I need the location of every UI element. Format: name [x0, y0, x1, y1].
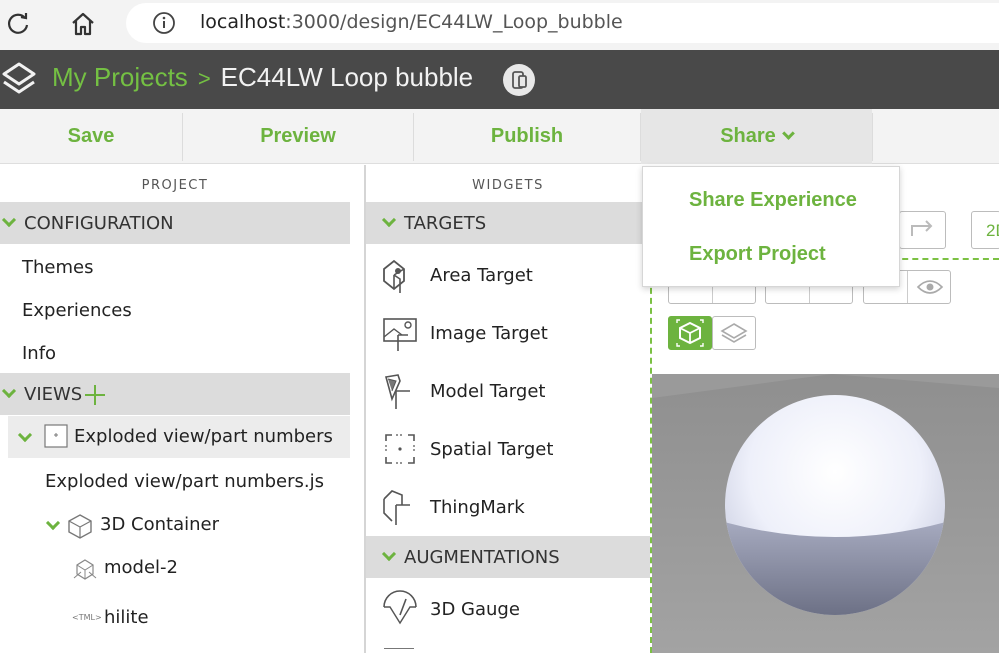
view-icon — [44, 424, 68, 448]
layers-icon — [720, 323, 748, 343]
redo-button[interactable] — [899, 211, 946, 249]
gauge-icon — [383, 590, 417, 625]
project-panel: PROJECT CONFIGURATION Themes Experiences… — [0, 172, 350, 653]
chevron-down-icon[interactable] — [17, 427, 33, 443]
3d-mode-button[interactable] — [668, 316, 712, 350]
url-path: :3000/design/EC44LW_Loop_bubble — [285, 11, 623, 33]
chevron-down-icon[interactable] — [381, 212, 397, 228]
info-icon[interactable] — [152, 11, 176, 35]
chevron-down-icon[interactable] — [1, 383, 17, 399]
spatial-target-icon — [385, 434, 415, 464]
tree-item-3d-container[interactable]: 3D Container — [0, 505, 350, 545]
browser-bar: localhost:3000/design/EC44LW_Loop_bubble — [0, 0, 999, 50]
view-js-file[interactable]: Exploded view/part numbers.js — [45, 471, 324, 492]
tree-item-model[interactable]: model-2 — [0, 548, 350, 588]
app-header: My Projects > EC44LW Loop bubble — [0, 50, 999, 109]
model-target-icon — [384, 374, 410, 409]
configuration-label: CONFIGURATION — [24, 212, 174, 234]
widget-label: Image Target — [430, 322, 548, 344]
toolbar-divider — [872, 113, 873, 161]
widgets-panel: WIDGETS TARGETS Area Target Image Target… — [366, 172, 650, 653]
widget-label: Spatial Target — [430, 438, 554, 460]
widget-label: 3D Gauge — [430, 598, 520, 620]
2d-toggle-label: 2D — [986, 221, 999, 240]
eye-icon[interactable] — [916, 277, 944, 297]
publish-button[interactable]: Publish — [414, 109, 640, 164]
breadcrumb-separator: > — [197, 66, 211, 91]
chevron-down-icon[interactable] — [45, 515, 61, 531]
chevron-down-icon[interactable] — [1, 212, 17, 228]
sphere-model[interactable] — [724, 394, 946, 616]
project-panel-title: PROJECT — [141, 178, 209, 193]
configuration-section-header[interactable]: CONFIGURATION — [0, 202, 350, 244]
url-host: localhost — [200, 11, 286, 33]
thingmark-icon — [383, 490, 410, 525]
save-button[interactable]: Save — [0, 109, 182, 164]
view-item-exploded[interactable]: Exploded view/part numbers — [8, 416, 350, 458]
widget-image-target[interactable]: Image Target — [366, 304, 650, 362]
widget-model-target[interactable]: Model Target — [366, 362, 650, 420]
widgets-panel-title: WIDGETS — [472, 178, 544, 193]
toolbar: Save Preview Publish Share — [0, 109, 999, 164]
add-view-plus-icon[interactable] — [85, 385, 105, 405]
targets-section-header[interactable]: TARGETS — [366, 202, 650, 244]
view-name: Exploded view/part numbers — [74, 426, 333, 447]
config-item-themes[interactable]: Themes — [22, 257, 93, 278]
config-item-info[interactable]: Info — [22, 343, 56, 364]
breadcrumb: My Projects > EC44LW Loop bubble — [52, 62, 473, 93]
next-widget-icon-partial — [384, 648, 414, 653]
redo-icon — [911, 220, 933, 236]
widget-label: Area Target — [430, 264, 533, 286]
targets-label: TARGETS — [404, 212, 487, 234]
widget-label: Model Target — [430, 380, 546, 402]
augmentations-label: AUGMENTATIONS — [404, 546, 560, 568]
hilite-label: hilite — [104, 607, 149, 628]
home-icon[interactable] — [68, 9, 98, 39]
cube-icon — [68, 514, 92, 539]
url-text[interactable]: localhost:3000/design/EC44LW_Loop_bubble — [200, 11, 623, 33]
share-dropdown-menu: Share Experience Export Project — [642, 166, 900, 287]
config-item-experiences[interactable]: Experiences — [22, 300, 132, 321]
image-target-icon — [383, 318, 417, 351]
views-section-header[interactable]: VIEWS — [0, 373, 350, 415]
2d-layer-button[interactable] — [712, 316, 756, 350]
views-label: VIEWS — [24, 383, 83, 405]
breadcrumb-my-projects[interactable]: My Projects — [52, 62, 188, 92]
widget-3d-gauge[interactable]: 3D Gauge — [366, 580, 650, 638]
layers-logo-icon[interactable] — [0, 58, 38, 100]
reload-icon[interactable] — [4, 10, 32, 38]
project-title: EC44LW Loop bubble — [220, 62, 474, 92]
augmentations-section-header[interactable]: AUGMENTATIONS — [366, 536, 650, 578]
address-bar[interactable]: localhost:3000/design/EC44LW_Loop_bubble — [126, 3, 999, 43]
ctrl-divider — [907, 271, 908, 303]
tree-item-hilite[interactable]: <TML> hilite — [0, 598, 350, 638]
share-button[interactable]: Share — [641, 109, 872, 164]
preview-button[interactable]: Preview — [183, 109, 413, 164]
share-experience-menu-item[interactable]: Share Experience — [689, 189, 857, 212]
html-badge-icon: <TML> — [72, 613, 102, 622]
chevron-down-icon — [781, 127, 795, 140]
widget-label: ThingMark — [430, 496, 525, 518]
device-preview-icon[interactable] — [503, 64, 535, 96]
area-target-icon — [383, 259, 405, 293]
2d-toggle-button[interactable]: 2D — [971, 211, 999, 249]
widget-spatial-target[interactable]: Spatial Target — [366, 420, 650, 478]
share-button-label: Share — [720, 125, 776, 147]
chevron-down-icon[interactable] — [381, 546, 397, 562]
export-project-menu-item[interactable]: Export Project — [689, 243, 826, 266]
3d-container-label: 3D Container — [100, 514, 219, 535]
model-icon — [73, 559, 97, 580]
widget-area-target[interactable]: Area Target — [366, 246, 650, 304]
model-label: model-2 — [104, 557, 178, 578]
3d-cube-icon — [676, 319, 704, 347]
widget-thingmark[interactable]: ThingMark — [366, 478, 650, 536]
